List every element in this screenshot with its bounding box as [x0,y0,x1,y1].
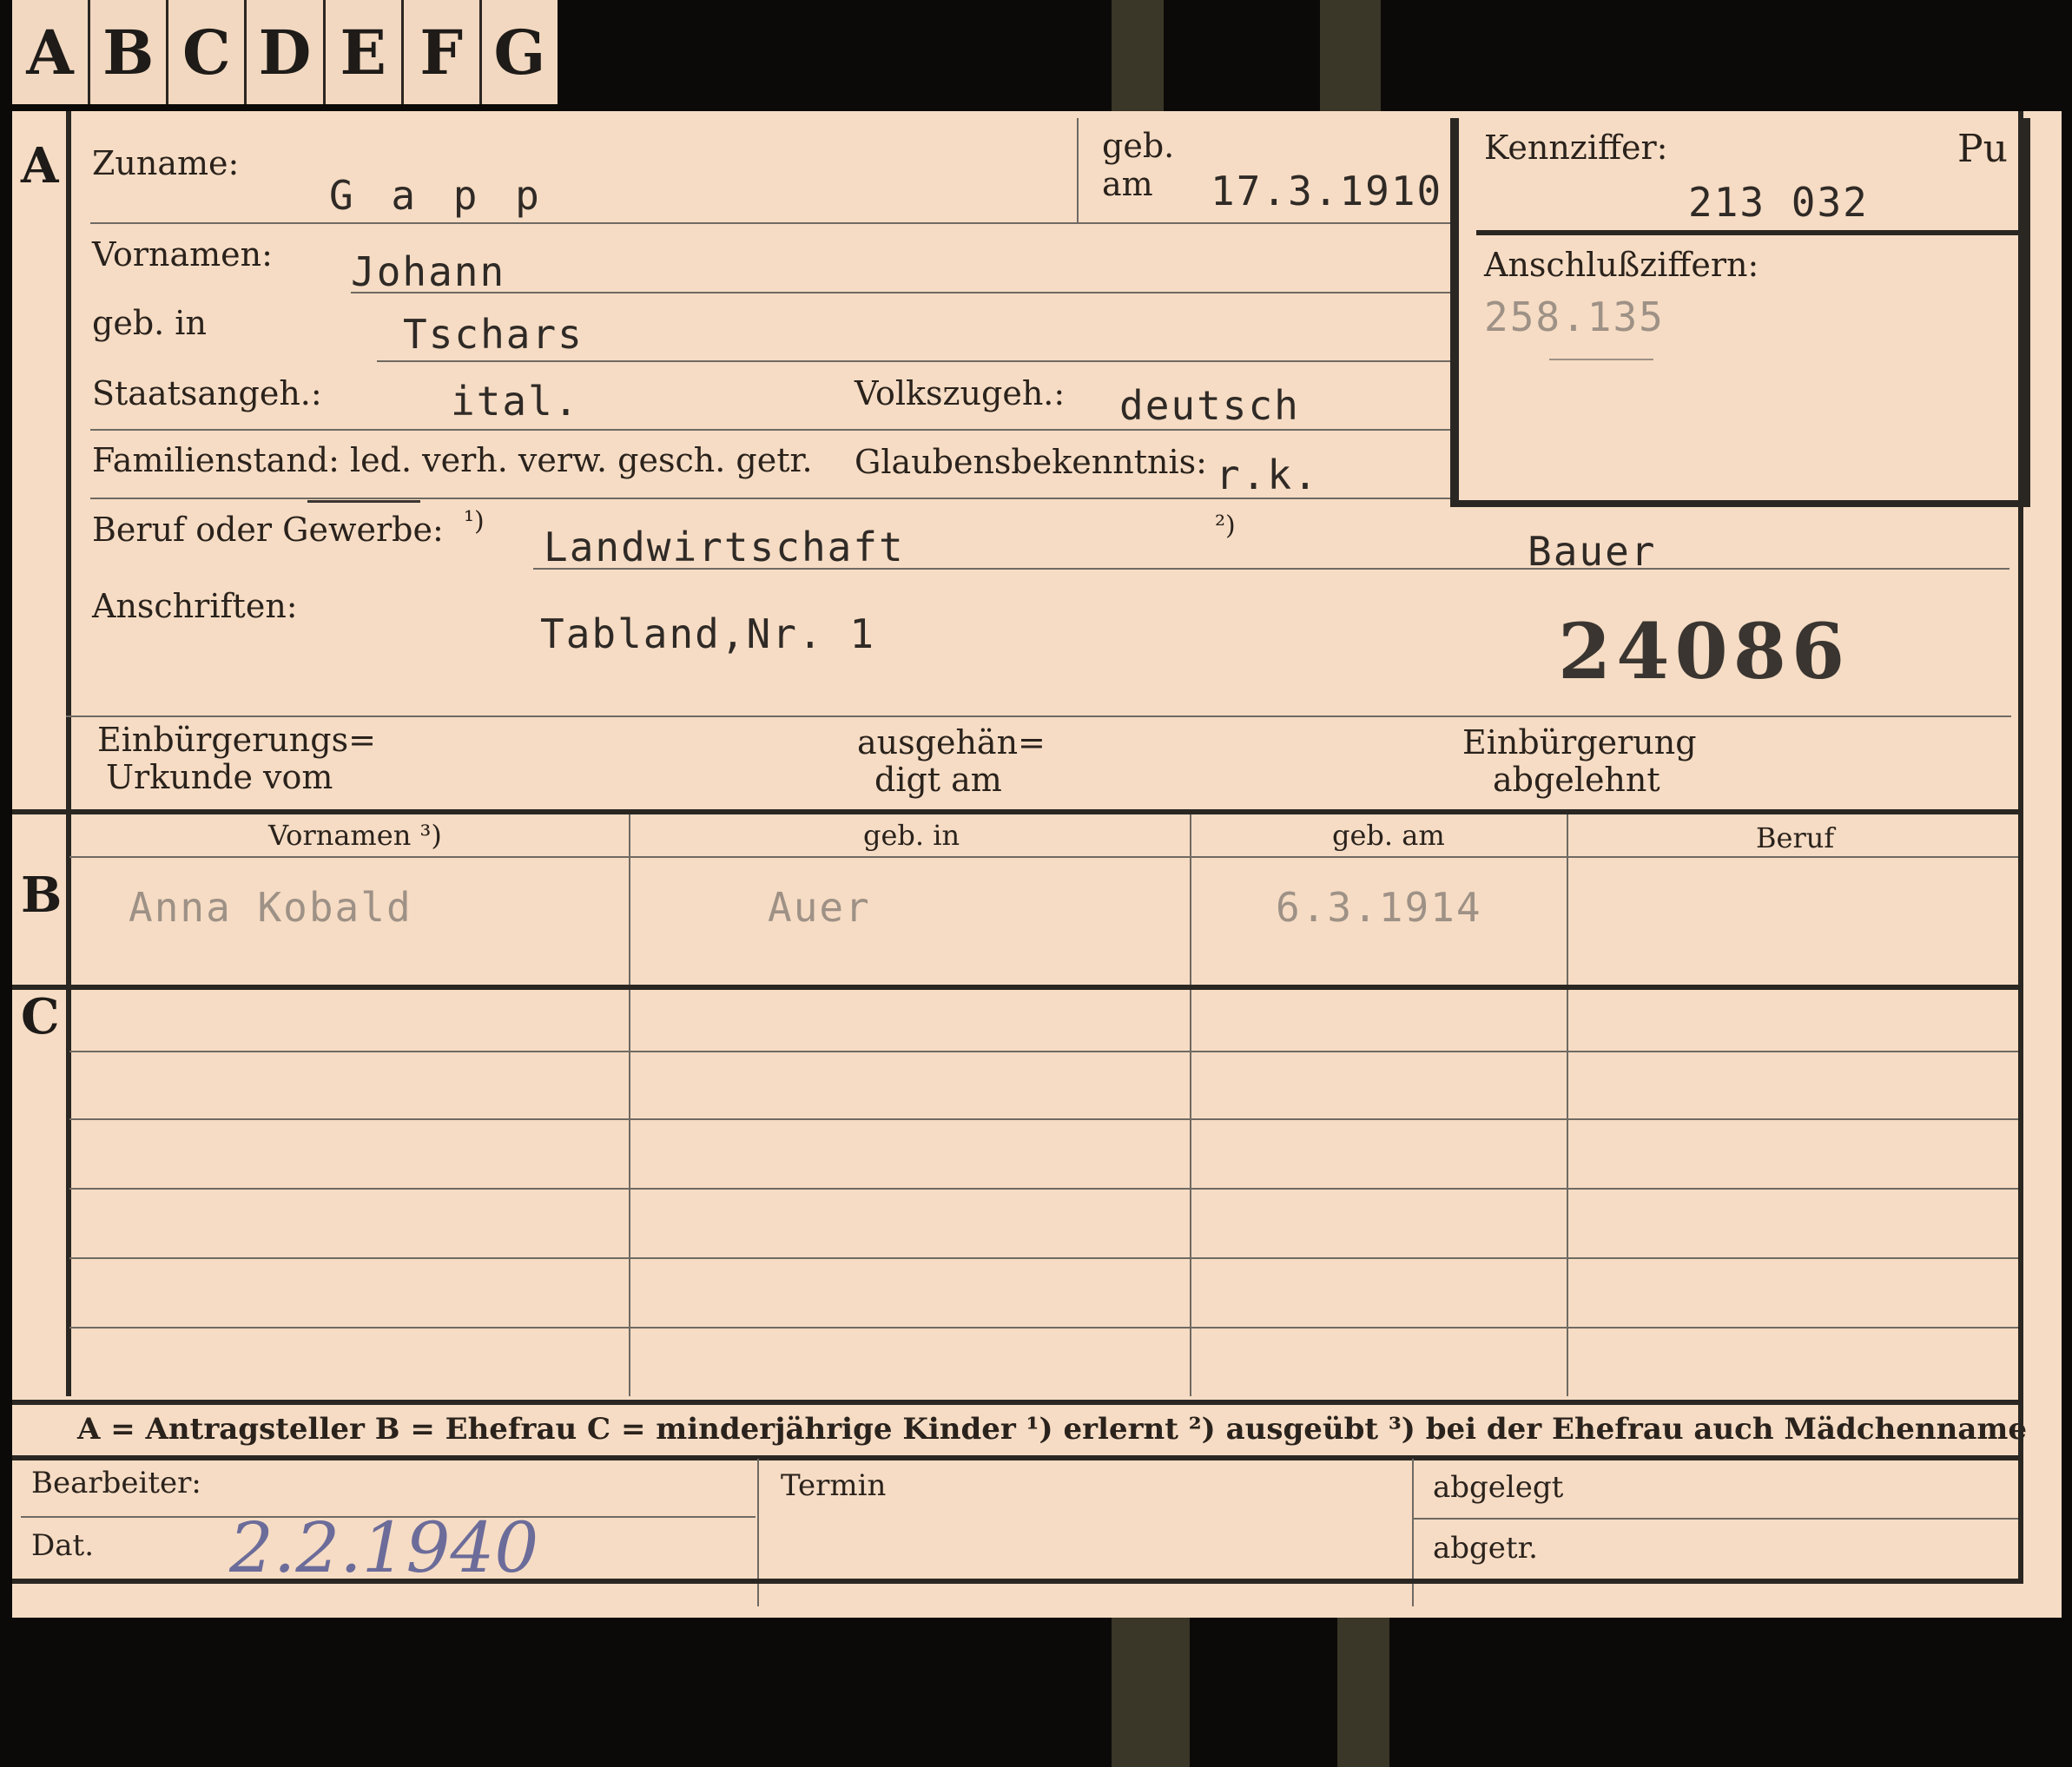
bearbeiter-label: Bearbeiter: [31,1466,201,1500]
rule [66,715,2011,717]
background-stripe [1112,0,1164,111]
kennziffer-label: Kennziffer: [1484,129,1668,167]
familienstand-label: Familienstand: led. verh. verw. gesch. g… [92,441,813,479]
abgetr-label: abgetr. [1433,1531,1538,1566]
staatsangeh-value: ital. [451,378,580,425]
am-label: am [1102,165,1153,203]
bottom-rule [12,1579,2018,1584]
section-letter-a: A [21,137,59,195]
tab-e: E [326,0,404,104]
anschlussziffern-label: Anschlußziffern: [1484,246,1759,284]
note-1: ¹) [464,506,485,537]
rule [1414,1518,2018,1520]
geb-in-value: Tschars [403,311,584,358]
divider [1077,118,1079,222]
geb-label: geb. [1102,127,1175,165]
tab-c: C [168,0,247,104]
abgelegt-label: abgelegt [1433,1470,1564,1505]
section-divider-bc [12,985,2018,990]
tab-g: G [493,16,546,89]
b-header-geb-in: geb. in [863,819,960,852]
anschrift-value: Tabland,Nr. 1 [540,610,876,657]
vornamen-value: Johann [351,248,506,295]
volkszugeh-label: Volkszugeh.: [855,374,1066,412]
section-letter-b: B [21,867,63,924]
background-stripe [1320,0,1381,111]
table-row-line [69,1188,2018,1190]
einbuergerungsurkunde-label-2: Urkunde vom [106,758,333,796]
kennziffer-value: 213 032 [1688,179,1869,226]
zuname-label: Zuname: [92,144,240,182]
anschriften-label: Anschriften: [92,587,298,625]
right-frame [2018,111,2023,1584]
column-line [757,1459,759,1606]
birth-date-value: 17.3.1910 [1211,168,1443,214]
b-header-vornamen: Vornamen ³) [268,819,442,852]
spouse-name: Anna Kobald [129,884,412,931]
spouse-birthdate: 6.3.1914 [1276,884,1482,931]
selection-underline [307,500,420,503]
b-header-geb-am: geb. am [1332,819,1445,852]
table-row-line [69,1257,2018,1259]
anschlussziffern-underline [1549,359,1653,360]
einbuergerungsurkunde-label-1: Einbürgerungs= [97,721,376,759]
registration-card: A B C Zuname: G a p p geb. am 17.3.1910 … [12,111,2062,1618]
dat-label: Dat. [31,1528,95,1563]
tab-d: D [247,0,326,104]
legend-bottom-rule [12,1455,2018,1460]
glaubensbekenntnis-value: r.k. [1216,452,1319,498]
table-row-line [69,1118,2018,1120]
column-line [1412,1459,1414,1606]
note-2: ²) [1215,511,1236,541]
table-row-line [69,1051,2018,1052]
rule [90,222,1450,224]
geb-in-label: geb. in [92,304,207,342]
spouse-birthplace: Auer [768,884,871,931]
volkszugeh-value: deutsch [1119,382,1300,429]
rule [377,360,1450,362]
einbuergerung-abgelehnt-label-1: Einbürgerung [1462,723,1697,762]
beruf-label: Beruf oder Gewerbe: [92,511,444,549]
anschlussziffern-value: 258.135 [1484,293,1665,340]
column-line [1567,814,1568,1396]
section-letter-c: C [21,988,60,1045]
column-line [1190,814,1191,1396]
background-stripe [1337,1618,1389,1767]
dat-value: 2.2.1940 [229,1507,539,1588]
termin-label: Termin [781,1468,887,1503]
legend-top-rule [12,1400,2018,1405]
vornamen-label: Vornamen: [92,235,273,274]
column-line [629,814,630,1396]
rule [351,292,1450,293]
kennziffer-prefix: Pu [1957,127,2008,171]
left-rule [66,111,71,1396]
einbuergerung-abgelehnt-label-2: abgelehnt [1493,761,1660,799]
staatsangeh-label: Staatsangeh.: [92,374,322,412]
zuname-value: G a p p [329,172,546,219]
section-divider-ab [12,809,2018,814]
rule [69,856,2018,858]
tab-a: A [12,0,91,104]
beruf-erlernt-value: Landwirtschaft [544,524,905,570]
stamp-number: 24086 [1558,606,1851,696]
glaubensbekenntnis-label: Glaubensbekenntnis: [855,443,1207,481]
index-tabs: A B C D E F G [12,0,558,104]
rule [533,568,2009,570]
table-row-line [69,1327,2018,1329]
ausgehaendigt-label-2: digt am [874,761,1002,799]
b-header-beruf: Beruf [1756,821,1835,854]
rule [90,429,1450,431]
background-stripe [1112,1618,1190,1767]
rule [90,498,1450,499]
tab-b: B [90,0,169,104]
kennziffer-rule [1476,230,2022,235]
tab-f: F [404,0,482,104]
ausgehaendigt-label-1: ausgehän= [857,723,1046,762]
legend: A = Antragsteller B = Ehefrau C = minder… [77,1412,2027,1447]
